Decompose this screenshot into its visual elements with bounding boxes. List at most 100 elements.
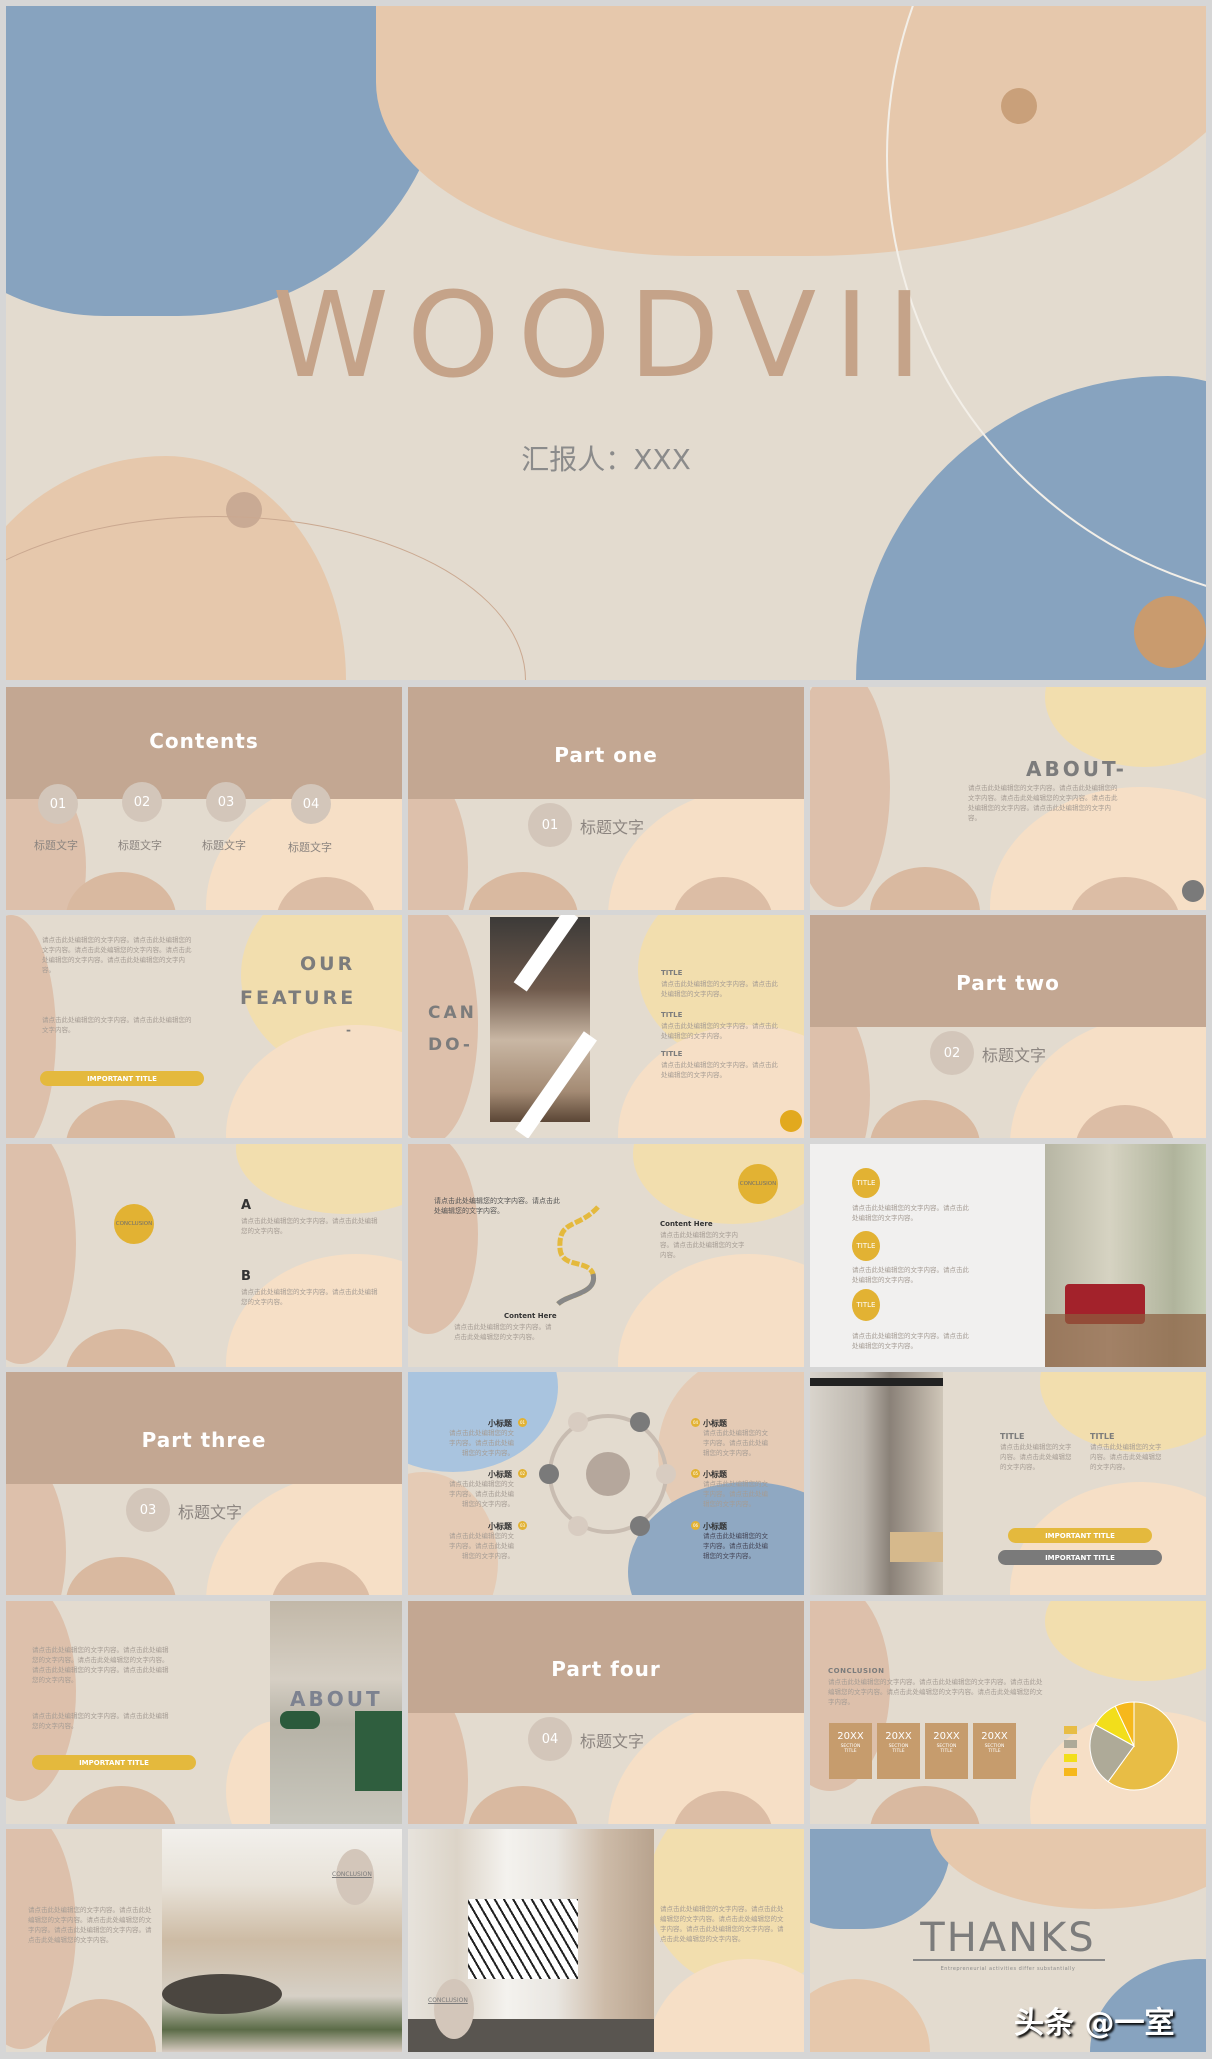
- cando-line2: DO-: [428, 1035, 473, 1055]
- slide-part-one[interactable]: Part one 01 标题文字: [408, 687, 804, 910]
- important-title-button[interactable]: IMPORTANT TITLE: [1008, 1528, 1152, 1543]
- num-circle: 04: [528, 1717, 572, 1761]
- body-text: 请点击此处编辑您的文字内容。请点击此处编辑您的文字内容。: [852, 1204, 969, 1222]
- num-dot: 02: [518, 1469, 527, 1478]
- slide-conclusion-ab[interactable]: CONCLUSION A 请点击此处编辑您的文字内容。请点击此处编辑您的文字内容…: [6, 1144, 402, 1367]
- num-dot: 04: [691, 1418, 700, 1427]
- slide-title: ABOUT-: [1026, 757, 1127, 781]
- body-text: 请点击此处编辑您的文字内容。请点击此处编辑您的文字内容。: [660, 1231, 745, 1259]
- label-b: B: [241, 1269, 254, 1284]
- body-text: 请点击此处编辑您的文字内容。请点击此处编辑您的文字内容。: [241, 1217, 378, 1235]
- cando-line1: CAN: [428, 1003, 477, 1023]
- title-badge: TITLE: [852, 1231, 880, 1261]
- body-text: 请点击此处编辑您的文字内容。请点击此处编辑您的文字内容。: [703, 1532, 768, 1560]
- num-circle: 04: [291, 784, 331, 824]
- cover-title: WOODVII: [272, 266, 940, 404]
- body-text: 请点击此处编辑您的文字内容。请点击此处编辑您的文字内容。请点击此处编辑您的文字内…: [42, 936, 192, 974]
- peach-blob: [930, 1829, 1206, 1909]
- blob: [870, 1786, 980, 1824]
- blob: [408, 915, 478, 1138]
- part-label: 标题文字: [580, 818, 645, 837]
- about-overlay: ABOUT: [290, 1687, 383, 1711]
- slide-title: Part four: [551, 1657, 661, 1681]
- blue-blob: [810, 1829, 950, 1929]
- conclusion-badge: CONCLUSION: [332, 1871, 372, 1878]
- interior-photo: ABOUT: [270, 1601, 402, 1824]
- body-text: 请点击此处编辑您的文字内容。请点击此处编辑您的文字内容。请点击此处编辑您的文字内…: [828, 1678, 1043, 1706]
- body-text: 请点击此处编辑您的文字内容。请点击此处编辑您的文字内容。: [1090, 1443, 1162, 1471]
- box-label: SECTION TITLE: [840, 1744, 861, 1754]
- body-text: 请点击此处编辑您的文字内容。请点击此处编辑您的文字内容。: [449, 1480, 514, 1508]
- important-title-button[interactable]: IMPORTANT TITLE: [32, 1755, 196, 1770]
- slide-cycle[interactable]: 小标题 请点击此处编辑您的文字内容。请点击此处编辑您的文字内容。 小标题 请点击…: [408, 1372, 804, 1595]
- body-text: 请点击此处编辑您的文字内容。请点击此处编辑您的文字内容。: [1000, 1443, 1072, 1471]
- watermark: 头条 @一室: [1014, 2006, 1175, 2041]
- interior-photo: [810, 1372, 943, 1595]
- node-icon: [656, 1464, 676, 1484]
- body-text: 请点击此处编辑您的文字内容。请点击此处编辑您的文字内容。: [661, 980, 778, 998]
- blob: [468, 872, 578, 910]
- slide-title: Contents: [149, 729, 259, 753]
- slide-part-two[interactable]: Part two 02 标题文字: [810, 915, 1206, 1138]
- node-icon: [630, 1412, 650, 1432]
- box-label: SECTION TITLE: [936, 1744, 957, 1754]
- blob: [66, 1329, 176, 1367]
- body-text: 请点击此处编辑您的文字内容。请点击此处编辑您的文字内容。: [703, 1429, 768, 1457]
- blob: [1040, 1372, 1206, 1452]
- blob: [870, 867, 980, 910]
- content-title: Content Here: [660, 1220, 713, 1228]
- slide-can-do[interactable]: CAN DO- TITLE 请点击此处编辑您的文字内容。请点击此处编辑您的文字内…: [408, 915, 804, 1138]
- blob: [468, 1786, 578, 1824]
- legend-swatch: [1064, 1754, 1077, 1762]
- slide-titles-photo[interactable]: TITLE 请点击此处编辑您的文字内容。请点击此处编辑您的文字内容。 TITLE…: [810, 1144, 1206, 1367]
- body-text: 请点击此处编辑您的文字内容。请点击此处编辑您的文字内容。: [32, 1712, 169, 1730]
- box-year: 20XX: [885, 1731, 912, 1742]
- item-label: 标题文字: [202, 839, 246, 852]
- legend-swatch: [1064, 1740, 1077, 1748]
- slide-flow[interactable]: 请点击此处编辑您的文字内容。请点击此处编辑您的文字内容。 CONCLUSION …: [408, 1144, 804, 1367]
- slide-summary[interactable]: CONCLUSION 请点击此处编辑您的文字内容。请点击此处编辑您的文字内容。请…: [810, 1601, 1206, 1824]
- section-box: 20XX SECTION TITLE: [829, 1723, 872, 1779]
- body-text: 请点击此处编辑您的文字内容。请点击此处编辑您的文字内容。: [661, 1022, 778, 1040]
- center-logo-icon: [586, 1452, 630, 1496]
- slide-gallery-2[interactable]: CONCLUSION 请点击此处编辑您的文字内容。请点击此处编辑您的文字内容。请…: [408, 1829, 804, 2052]
- item-label: 标题文字: [118, 839, 162, 852]
- conclusion-badge: CONCLUSION: [738, 1164, 778, 1204]
- important-title-button[interactable]: IMPORTANT TITLE: [40, 1071, 204, 1086]
- part-label: 标题文字: [982, 1046, 1047, 1065]
- item-title: TITLE: [661, 1011, 683, 1019]
- item-label: 标题文字: [34, 839, 78, 852]
- node-icon: [568, 1516, 588, 1536]
- interior-photo: [1045, 1144, 1206, 1367]
- num-circle: 02: [930, 1031, 974, 1075]
- slide-contents[interactable]: Contents 01 02 03 04 标题文字 标题文字 标题文字 标题文字: [6, 687, 402, 910]
- body-text: 请点击此处编辑您的文字内容。请点击此处编辑您的文字内容。: [42, 1016, 192, 1034]
- box-year: 20XX: [933, 1731, 960, 1742]
- pie-legend: [1064, 1726, 1077, 1782]
- slide-part-four[interactable]: Part four 04 标题文字: [408, 1601, 804, 1824]
- blob: [810, 687, 890, 907]
- num-dot: 05: [691, 1469, 700, 1478]
- item-title: TITLE: [661, 969, 683, 977]
- section-box: 20XX SECTION TITLE: [877, 1723, 920, 1779]
- slide-part-three[interactable]: Part three 03 标题文字: [6, 1372, 402, 1595]
- title-badge: TITLE: [852, 1289, 880, 1321]
- blob: [408, 1144, 478, 1334]
- cover-slide[interactable]: WOODVII 汇报人：XXX: [6, 6, 1206, 680]
- blob: [633, 1144, 804, 1224]
- num-dot: 03: [518, 1521, 527, 1530]
- slide-our-feature[interactable]: 请点击此处编辑您的文字内容。请点击此处编辑您的文字内容。请点击此处编辑您的文字内…: [6, 915, 402, 1138]
- num-circle: 01: [38, 784, 78, 824]
- slide-about[interactable]: ABOUT- 请点击此处编辑您的文字内容。请点击此处编辑您的文字内容。请点击此处…: [810, 687, 1206, 910]
- conclusion-badge: CONCLUSION: [114, 1204, 154, 1244]
- item-title: TITLE: [661, 1050, 683, 1058]
- body-text: 请点击此处编辑您的文字内容。请点击此处编辑您的文字内容。请点击此处编辑您的文字内…: [28, 1906, 152, 1944]
- legend-swatch: [1064, 1726, 1077, 1734]
- thanks-title: THANKS: [920, 1915, 1096, 1961]
- slide-interior[interactable]: TITLE 请点击此处编辑您的文字内容。请点击此处编辑您的文字内容。 TITLE…: [810, 1372, 1206, 1595]
- num-dot: 01: [518, 1418, 527, 1427]
- slide-about-photo[interactable]: 请点击此处编辑您的文字内容。请点击此处编辑您的文字内容。请点击此处编辑您的文字内…: [6, 1601, 402, 1824]
- slide-gallery-1[interactable]: 请点击此处编辑您的文字内容。请点击此处编辑您的文字内容。请点击此处编辑您的文字内…: [6, 1829, 402, 2052]
- body-text: 请点击此处编辑您的文字内容。请点击此处编辑您的文字内容。请点击此处编辑您的文字内…: [660, 1905, 784, 1943]
- important-title-button[interactable]: IMPORTANT TITLE: [998, 1550, 1162, 1565]
